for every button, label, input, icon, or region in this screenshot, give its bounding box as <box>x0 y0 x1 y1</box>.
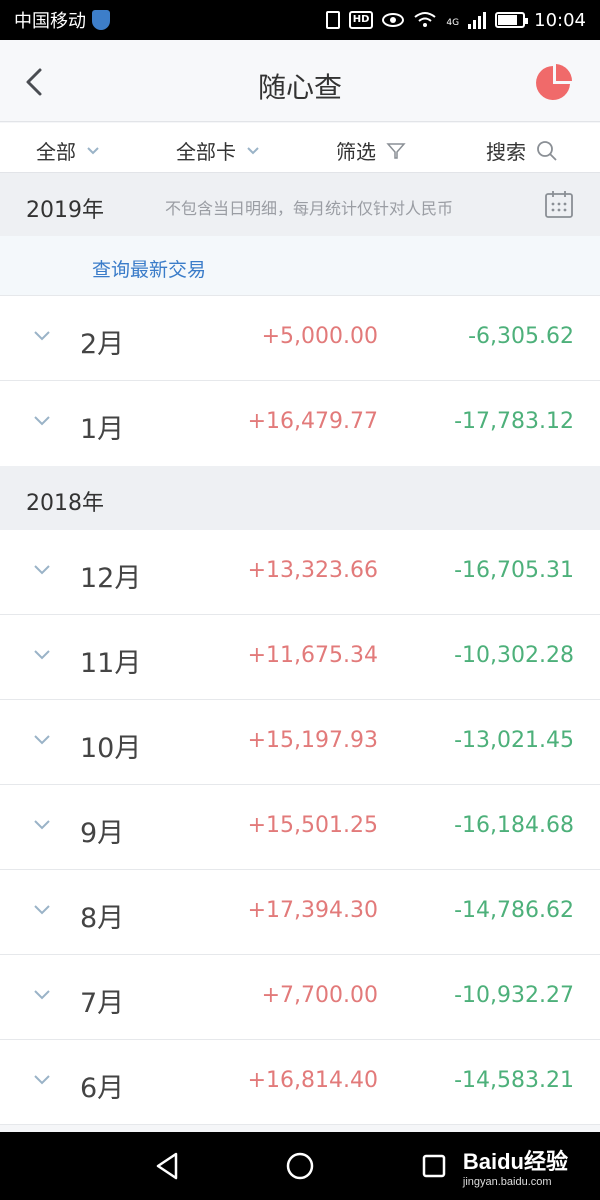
statistics-note: 不包含当日明细，每月统计仅针对人民币 <box>165 199 454 218</box>
month-row[interactable]: 7月 +7,700.00 -10,932.27 <box>0 955 600 1040</box>
chevron-down-icon <box>34 820 50 830</box>
month-label: 8月 <box>80 903 125 934</box>
income-amount: +16,814.40 <box>247 1068 378 1093</box>
clock: 10:04 <box>534 9 586 31</box>
battery-icon <box>495 12 529 28</box>
expense-amount: -14,786.62 <box>454 898 574 923</box>
month-row[interactable]: 6月 +16,814.40 -14,583.21 <box>0 1040 600 1125</box>
income-amount: +13,323.66 <box>247 558 378 583</box>
chevron-down-icon <box>34 416 50 426</box>
income-amount: +11,675.34 <box>247 643 378 668</box>
square-recents-icon <box>422 1154 446 1178</box>
network-type-label: 4G <box>446 17 460 28</box>
triangle-back-icon <box>156 1152 178 1180</box>
month-row[interactable]: 10月 +15,197.93 -13,021.45 <box>0 700 600 785</box>
nav-home-button[interactable] <box>284 1150 316 1182</box>
month-row[interactable]: 12月 +13,323.66 -16,705.31 <box>0 530 600 615</box>
month-row[interactable]: 11月 +11,675.34 -10,302.28 <box>0 615 600 700</box>
status-right: HD 4G 10:04 <box>325 9 586 31</box>
expense-amount: -16,184.68 <box>454 813 574 838</box>
expense-amount: -17,783.12 <box>454 409 574 434</box>
title-bar: 随心查 <box>0 40 600 122</box>
watermark-brand: Baidu经验 <box>462 1149 568 1174</box>
expense-amount: -13,021.45 <box>454 728 574 753</box>
month-label: 12月 <box>80 563 142 594</box>
query-latest-row: 查询最新交易 <box>0 236 600 296</box>
chevron-down-icon <box>87 146 99 154</box>
signal-icon <box>468 11 487 29</box>
wifi-icon <box>414 12 437 27</box>
status-left: 中国移动 <box>14 7 110 33</box>
income-amount: +17,394.30 <box>247 898 378 923</box>
month-label: 1月 <box>80 414 125 445</box>
income-amount: +5,000.00 <box>261 324 378 349</box>
search-button[interactable]: 搜索 <box>486 136 558 165</box>
chevron-down-icon <box>247 146 259 154</box>
month-row[interactable]: 8月 +17,394.30 -14,786.62 <box>0 870 600 955</box>
expense-amount: -16,705.31 <box>454 558 574 583</box>
circle-home-icon <box>286 1152 314 1180</box>
page-title: 随心查 <box>257 71 342 104</box>
watermark-url: jingyan.baidu.com <box>462 1176 552 1188</box>
shield-icon <box>92 10 110 30</box>
chevron-down-icon <box>34 735 50 745</box>
chevron-down-icon <box>34 905 50 915</box>
month-row[interactable]: 1月 +16,479.77 -17,783.12 <box>0 381 600 466</box>
pie-chart-icon <box>536 64 572 100</box>
baidu-watermark: Baidu经验 jingyan.baidu.com <box>463 1144 568 1188</box>
month-row[interactable]: 9月 +15,501.25 -16,184.68 <box>0 785 600 870</box>
income-amount: +7,700.00 <box>261 983 378 1008</box>
month-label: 6月 <box>80 1073 125 1104</box>
carrier-label: 中国移动 <box>14 11 86 32</box>
vibrate-icon <box>325 11 340 29</box>
year-header-2018: 2018年 <box>0 466 600 530</box>
month-label: 7月 <box>80 988 125 1019</box>
nav-recents-button[interactable] <box>418 1150 450 1182</box>
filter-button[interactable]: 筛选 <box>336 136 406 165</box>
chevron-down-icon <box>34 565 50 575</box>
query-latest-link[interactable]: 查询最新交易 <box>92 255 206 282</box>
month-label: 2月 <box>80 329 125 360</box>
month-label: 9月 <box>80 818 125 849</box>
year-label: 2018年 <box>26 491 104 516</box>
expense-amount: -10,932.27 <box>454 983 574 1008</box>
filter-bar: 全部 全部卡 筛选 搜索 <box>0 123 600 173</box>
eye-comfort-icon <box>382 13 405 27</box>
filter-label: 筛选 <box>336 140 376 164</box>
month-label: 10月 <box>80 733 142 764</box>
chevron-down-icon <box>34 650 50 660</box>
year-label: 2019年 <box>26 198 104 223</box>
income-amount: +15,197.93 <box>247 728 378 753</box>
funnel-icon <box>386 142 406 159</box>
search-icon <box>537 140 557 161</box>
calendar-button[interactable] <box>544 189 574 219</box>
income-amount: +15,501.25 <box>247 813 378 838</box>
status-bar: 中国移动 HD 4G 10:04 <box>0 0 600 40</box>
statistics-button[interactable] <box>534 62 574 102</box>
filter-all-label: 全部 <box>36 140 76 164</box>
search-label: 搜索 <box>486 140 526 164</box>
chevron-down-icon <box>34 1075 50 1085</box>
chevron-down-icon <box>34 990 50 1000</box>
nav-back-button[interactable] <box>152 1150 184 1182</box>
filter-cards-label: 全部卡 <box>176 140 236 164</box>
income-amount: +16,479.77 <box>247 409 378 434</box>
chevron-down-icon <box>34 331 50 341</box>
month-label: 11月 <box>80 648 142 679</box>
filter-all-dropdown[interactable]: 全部 <box>36 136 100 165</box>
navigation-bar: Baidu经验 jingyan.baidu.com <box>0 1132 600 1200</box>
year-header-2019: 2019年 不包含当日明细，每月统计仅针对人民币 <box>0 173 600 237</box>
month-row[interactable]: 2月 +5,000.00 -6,305.62 <box>0 296 600 381</box>
filter-cards-dropdown[interactable]: 全部卡 <box>176 136 260 165</box>
expense-amount: -14,583.21 <box>454 1068 574 1093</box>
expense-amount: -6,305.62 <box>468 324 574 349</box>
expense-amount: -10,302.28 <box>454 643 574 668</box>
hd-icon: HD <box>348 11 374 29</box>
calendar-icon <box>545 191 573 218</box>
